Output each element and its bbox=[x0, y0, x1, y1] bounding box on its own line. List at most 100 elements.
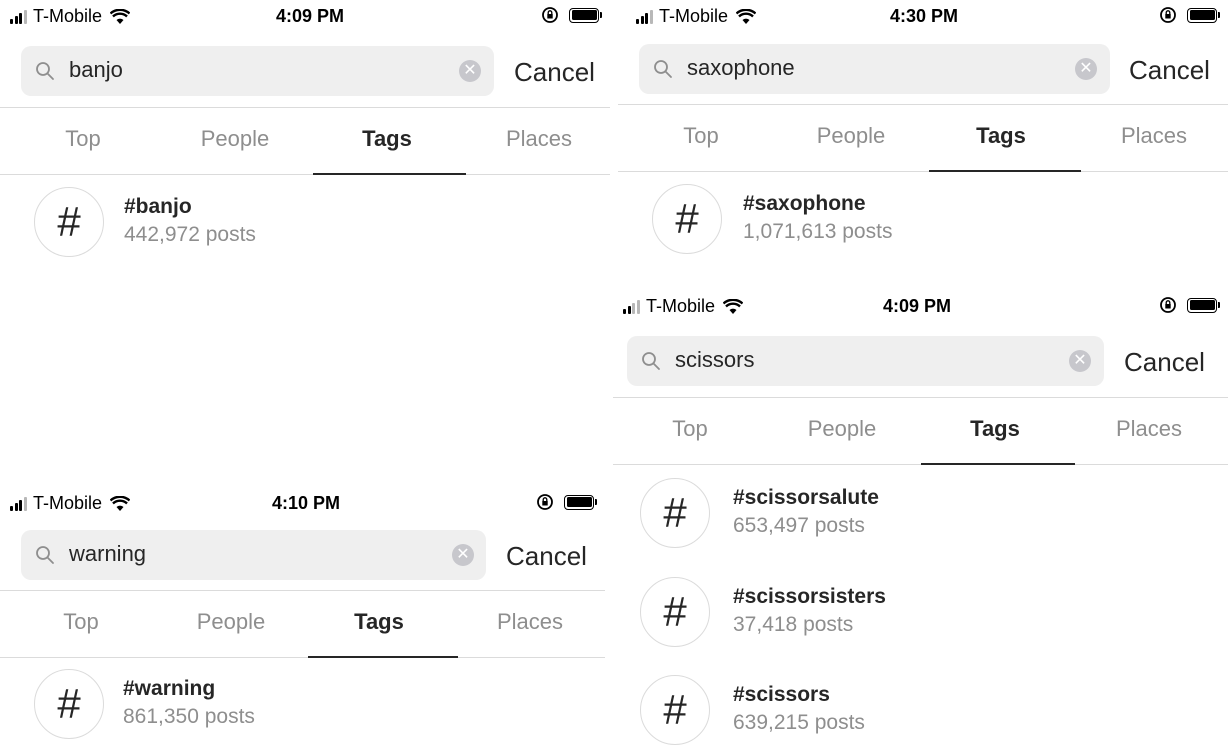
status-bar: T-Mobile 4:10 PM bbox=[0, 487, 605, 523]
cancel-button[interactable]: Cancel bbox=[1129, 55, 1210, 86]
clear-icon[interactable]: ✕ bbox=[1069, 350, 1091, 372]
wifi-icon bbox=[110, 495, 131, 511]
tab-places[interactable]: Places bbox=[1079, 123, 1228, 149]
list-item[interactable]: # #saxophone 1,071,613 posts bbox=[618, 184, 1228, 264]
tab-top[interactable]: Top bbox=[8, 126, 158, 152]
wifi-icon bbox=[110, 8, 131, 24]
cancel-button[interactable]: Cancel bbox=[1124, 347, 1205, 378]
post-count: 1,071,613 posts bbox=[743, 220, 893, 243]
active-tab-indicator bbox=[308, 656, 458, 658]
post-count: 861,350 posts bbox=[123, 705, 255, 728]
hashtag-icon: # bbox=[640, 577, 710, 647]
tag-name: #scissors bbox=[733, 683, 830, 706]
tab-tags[interactable]: Tags bbox=[304, 609, 454, 635]
search-bar[interactable]: banjo ✕ bbox=[21, 46, 494, 96]
battery-icon bbox=[1187, 7, 1220, 23]
status-time: 4:10 PM bbox=[272, 493, 341, 513]
hashtag-icon: # bbox=[640, 675, 710, 745]
rotation-lock-icon bbox=[537, 494, 553, 510]
tab-tags[interactable]: Tags bbox=[920, 416, 1070, 442]
carrier-label: T-Mobile bbox=[33, 6, 103, 26]
search-input[interactable]: warning bbox=[69, 541, 146, 567]
hashtag-icon: # bbox=[640, 478, 710, 548]
search-bar[interactable]: saxophone ✕ bbox=[639, 44, 1110, 94]
hashtag-icon: # bbox=[34, 187, 104, 257]
cellular-signal-icon bbox=[636, 9, 654, 24]
status-time: 4:30 PM bbox=[890, 6, 959, 26]
search-icon bbox=[36, 546, 54, 564]
tab-tags[interactable]: Tags bbox=[312, 126, 462, 152]
search-bar[interactable]: warning ✕ bbox=[21, 530, 486, 580]
tab-people[interactable]: People bbox=[156, 609, 306, 635]
list-item[interactable]: # #scissorsalute 653,497 posts bbox=[613, 478, 1228, 558]
tab-top[interactable]: Top bbox=[626, 123, 776, 149]
tab-people[interactable]: People bbox=[160, 126, 310, 152]
search-icon bbox=[654, 60, 672, 78]
tag-name: #scissorsalute bbox=[733, 486, 879, 509]
status-right bbox=[536, 493, 597, 511]
search-input[interactable]: saxophone bbox=[687, 55, 795, 81]
list-item[interactable]: # #banjo 442,972 posts bbox=[0, 187, 610, 267]
tab-places[interactable]: Places bbox=[455, 609, 605, 635]
search-icon bbox=[642, 352, 660, 370]
status-time: 4:09 PM bbox=[276, 6, 345, 26]
active-tab-indicator bbox=[313, 173, 466, 175]
status-left: T-Mobile bbox=[623, 296, 744, 317]
tag-name: #warning bbox=[123, 677, 216, 700]
search-icon bbox=[36, 62, 54, 80]
tab-bar: Top People Tags Places bbox=[0, 590, 605, 658]
status-bar: T-Mobile 4:09 PM bbox=[0, 0, 610, 36]
status-bar: T-Mobile 4:30 PM bbox=[618, 0, 1228, 36]
tab-top[interactable]: Top bbox=[6, 609, 156, 635]
status-time: 4:09 PM bbox=[883, 296, 952, 316]
search-bar[interactable]: scissors ✕ bbox=[627, 336, 1104, 386]
status-left: T-Mobile bbox=[636, 6, 757, 27]
cancel-button[interactable]: Cancel bbox=[506, 541, 587, 572]
cellular-signal-icon bbox=[623, 299, 641, 314]
tab-bar: Top People Tags Places bbox=[618, 104, 1228, 172]
search-input[interactable]: scissors bbox=[675, 347, 754, 373]
rotation-lock-icon bbox=[1160, 297, 1176, 313]
carrier-label: T-Mobile bbox=[659, 6, 729, 26]
cellular-signal-icon bbox=[10, 9, 28, 24]
status-right bbox=[541, 6, 602, 24]
search-screen-saxophone: T-Mobile 4:30 PM saxophone ✕ Cancel Top … bbox=[618, 0, 1228, 285]
tab-people[interactable]: People bbox=[776, 123, 926, 149]
rotation-lock-icon bbox=[542, 7, 558, 23]
battery-icon bbox=[1187, 297, 1220, 313]
battery-icon bbox=[564, 494, 597, 510]
tab-people[interactable]: People bbox=[767, 416, 917, 442]
list-item[interactable]: # #warning 861,350 posts bbox=[0, 669, 605, 745]
status-right bbox=[1159, 296, 1220, 314]
clear-icon[interactable]: ✕ bbox=[1075, 58, 1097, 80]
list-item[interactable]: # #scissors 639,215 posts bbox=[613, 675, 1228, 745]
carrier-label: T-Mobile bbox=[646, 296, 716, 316]
battery-icon bbox=[569, 7, 602, 23]
tab-top[interactable]: Top bbox=[615, 416, 765, 442]
status-left: T-Mobile bbox=[10, 493, 131, 514]
status-bar: T-Mobile 4:09 PM bbox=[613, 290, 1228, 326]
tab-places[interactable]: Places bbox=[464, 126, 610, 152]
cancel-button[interactable]: Cancel bbox=[514, 57, 595, 88]
tag-name: #scissorsisters bbox=[733, 585, 886, 608]
clear-icon[interactable]: ✕ bbox=[459, 60, 481, 82]
wifi-icon bbox=[736, 8, 757, 24]
post-count: 639,215 posts bbox=[733, 711, 865, 734]
post-count: 442,972 posts bbox=[124, 223, 256, 246]
status-right bbox=[1159, 6, 1220, 24]
list-item[interactable]: # #scissorsisters 37,418 posts bbox=[613, 577, 1228, 657]
search-screen-scissors: T-Mobile 4:09 PM scissors ✕ Cancel Top P… bbox=[613, 290, 1228, 745]
tag-name: #banjo bbox=[124, 195, 192, 218]
rotation-lock-icon bbox=[1160, 7, 1176, 23]
tab-places[interactable]: Places bbox=[1074, 416, 1224, 442]
active-tab-indicator bbox=[921, 463, 1075, 465]
search-screen-warning: T-Mobile 4:10 PM warning ✕ Cancel Top Pe… bbox=[0, 487, 605, 745]
post-count: 653,497 posts bbox=[733, 514, 865, 537]
clear-icon[interactable]: ✕ bbox=[452, 544, 474, 566]
status-left: T-Mobile bbox=[10, 6, 131, 27]
search-input[interactable]: banjo bbox=[69, 57, 123, 83]
tab-tags[interactable]: Tags bbox=[926, 123, 1076, 149]
post-count: 37,418 posts bbox=[733, 613, 854, 636]
hashtag-icon: # bbox=[34, 669, 104, 739]
cellular-signal-icon bbox=[10, 496, 28, 511]
